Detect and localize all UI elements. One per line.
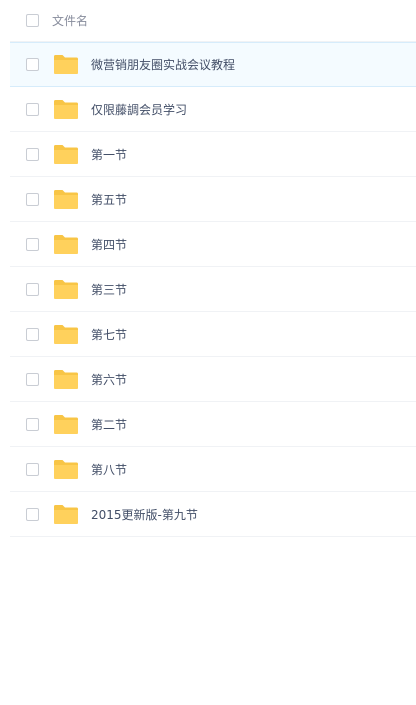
file-row[interactable]: 微营销朋友圈实战会议教程: [10, 42, 416, 87]
row-checkbox[interactable]: [26, 462, 39, 476]
folder-icon: [54, 55, 78, 74]
file-name[interactable]: 2015更新版-第九节: [91, 506, 198, 523]
file-list-header: 文件名: [10, 0, 416, 42]
folder-icon: [54, 324, 78, 344]
row-checkbox[interactable]: [26, 417, 39, 431]
row-checkbox[interactable]: [26, 147, 39, 161]
row-checkbox[interactable]: [26, 58, 39, 71]
folder-icon: [54, 369, 78, 389]
file-name[interactable]: 第五节: [91, 191, 127, 208]
row-checkbox[interactable]: [26, 507, 39, 521]
row-checkbox[interactable]: [26, 327, 39, 341]
file-row[interactable]: 第一节: [10, 132, 416, 177]
file-list: 文件名 微营销朋友圈实战会议教程 仅限藤調会员学习 第一节 第五节 第四节 第三…: [10, 0, 416, 537]
folder-icon: [54, 414, 78, 434]
folder-icon: [54, 189, 78, 209]
file-row[interactable]: 第三节: [10, 267, 416, 312]
row-checkbox[interactable]: [26, 372, 39, 386]
file-row[interactable]: 仅限藤調会员学习: [10, 87, 416, 132]
folder-icon: [54, 459, 78, 479]
folder-icon: [54, 99, 78, 119]
folder-icon: [54, 504, 78, 524]
folder-icon: [54, 234, 78, 254]
file-row[interactable]: 第四节: [10, 222, 416, 267]
file-name[interactable]: 第八节: [91, 461, 127, 478]
file-row[interactable]: 第五节: [10, 177, 416, 222]
row-checkbox[interactable]: [26, 237, 39, 251]
file-name[interactable]: 仅限藤調会员学习: [91, 101, 187, 118]
file-name[interactable]: 第三节: [91, 281, 127, 298]
row-checkbox[interactable]: [26, 102, 39, 116]
file-name[interactable]: 第二节: [91, 416, 127, 433]
file-name[interactable]: 第四节: [91, 236, 127, 253]
column-header-filename[interactable]: 文件名: [52, 12, 88, 29]
file-row[interactable]: 第八节: [10, 447, 416, 492]
file-name[interactable]: 微营销朋友圈实战会议教程: [91, 56, 235, 73]
file-name[interactable]: 第七节: [91, 326, 127, 343]
row-checkbox[interactable]: [26, 282, 39, 296]
file-row[interactable]: 2015更新版-第九节: [10, 492, 416, 537]
select-all-checkbox[interactable]: [26, 14, 39, 27]
file-name[interactable]: 第一节: [91, 146, 127, 163]
file-row[interactable]: 第二节: [10, 402, 416, 447]
folder-icon: [54, 144, 78, 164]
file-row[interactable]: 第六节: [10, 357, 416, 402]
folder-icon: [54, 279, 78, 299]
file-row[interactable]: 第七节: [10, 312, 416, 357]
row-checkbox[interactable]: [26, 192, 39, 206]
file-name[interactable]: 第六节: [91, 371, 127, 388]
